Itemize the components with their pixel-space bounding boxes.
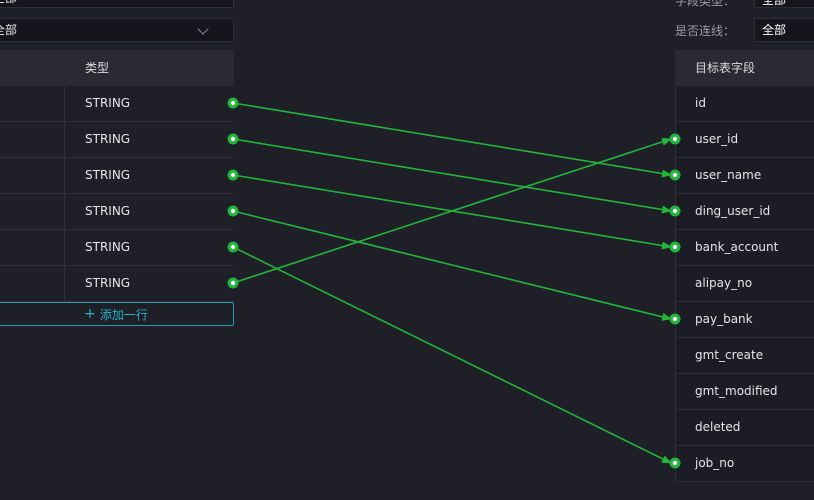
mapping-connector-line[interactable] <box>232 246 672 464</box>
source-anchor-dot-center <box>230 208 236 214</box>
source-anchor-dot-center <box>230 136 236 142</box>
target-anchor-dot-center <box>672 244 678 250</box>
target-anchor-dot-center <box>672 136 678 142</box>
source-anchor-dot-center <box>230 244 236 250</box>
mapping-connector-line[interactable] <box>232 102 672 178</box>
mapping-lines <box>227 97 681 469</box>
target-anchor-dot-center <box>672 316 678 322</box>
mapping-connector-line[interactable] <box>232 210 672 321</box>
source-anchor-dot-center <box>230 100 236 106</box>
target-anchor-dot-center <box>672 208 678 214</box>
target-anchor-dot-center <box>672 460 678 466</box>
mapping-connector-line[interactable] <box>232 138 672 284</box>
source-anchor-dot-center <box>230 280 236 286</box>
target-anchor-dot-center <box>672 172 678 178</box>
source-anchor-dot-center <box>230 172 236 178</box>
mapping-connector-line[interactable] <box>232 138 672 214</box>
